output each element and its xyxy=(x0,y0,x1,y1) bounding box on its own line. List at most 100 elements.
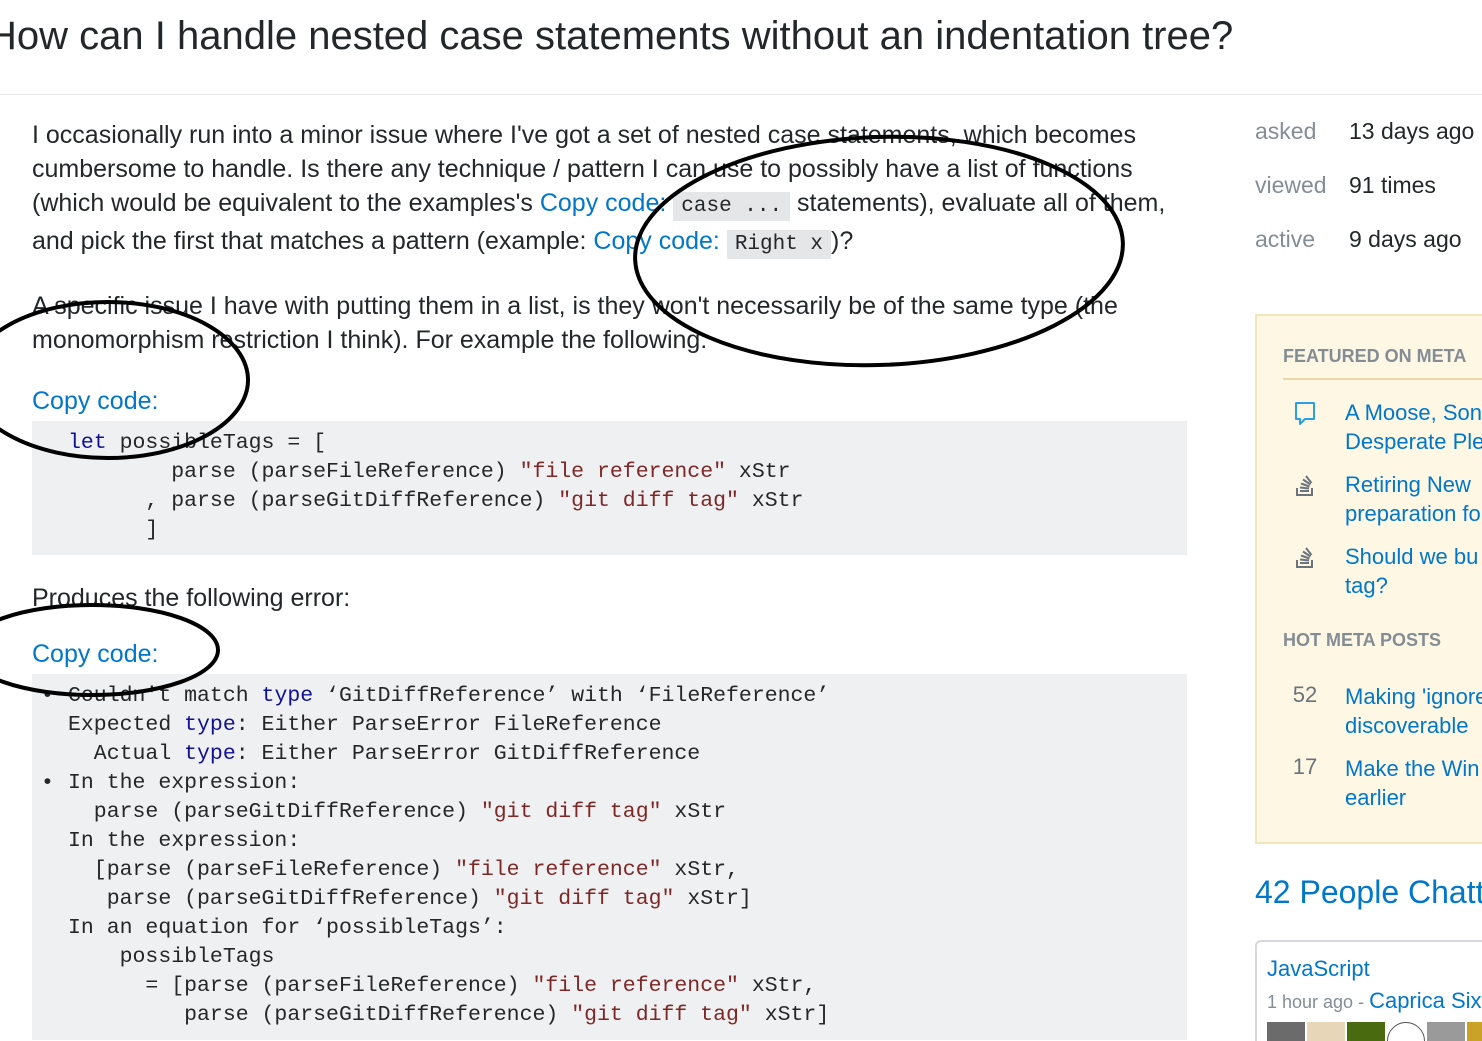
featured-on-meta-heading: FEATURED ON META xyxy=(1283,346,1467,366)
bullet-icon: • xyxy=(41,771,54,795)
code-string: "file reference" xyxy=(532,974,739,998)
copy-code-link[interactable]: Copy code: xyxy=(32,384,1187,418)
code-text: In an equation for ‘possibleTags’: xyxy=(68,916,507,940)
link-line: discoverable xyxy=(1345,713,1469,738)
featured-link[interactable]: A Moose, Son Desperate Ple xyxy=(1345,398,1482,456)
code-text: parse (parseFileReference) xyxy=(68,460,520,484)
vote-count: 52 xyxy=(1292,682,1318,707)
avatar[interactable] xyxy=(1427,1022,1465,1041)
stack-overflow-icon xyxy=(1293,472,1319,498)
question-title[interactable]: How can I handle nested case statements … xyxy=(0,14,1233,59)
code-block-2: • Couldn't match type ‘GitDiffReference’ … xyxy=(32,674,1187,1040)
code-line: In the expression: xyxy=(68,827,1151,856)
chat-room-card: JavaScript 1 hour ago - Caprica Six xyxy=(1255,940,1482,1041)
code-line: parse (parseFileReference) "file referen… xyxy=(68,458,1151,487)
link-line: tag? xyxy=(1345,573,1388,598)
chat-time: 1 hour ago - xyxy=(1267,992,1370,1012)
code-text: xStr] xyxy=(751,1003,830,1027)
code-line: Actual type: Either ParseError GitDiffRe… xyxy=(68,740,1151,769)
meta-sidebar-box: FEATURED ON META A Moose, Son Desperate P… xyxy=(1255,314,1482,844)
code-keyword: type xyxy=(184,742,236,766)
bullet-icon: • xyxy=(41,684,54,708)
chat-user-link[interactable]: Caprica Six xyxy=(1369,988,1481,1013)
code-line: Expected type: Either ParseError FileRef… xyxy=(68,711,1151,740)
code-text: = [parse (parseFileReference) xyxy=(68,974,533,998)
code-text: possibleTags xyxy=(68,945,275,969)
body-paragraph-1: I occasionally run into a minor issue wh… xyxy=(32,118,1187,262)
code-line: ] xyxy=(68,516,1151,545)
code-text: xStr] xyxy=(674,887,752,911)
code-string: "git diff tag" xyxy=(480,800,662,824)
code-text: xStr xyxy=(738,489,804,513)
stat-value: 91 times xyxy=(1349,172,1436,198)
code-string: "git diff tag" xyxy=(558,489,739,513)
inline-code: Right x xyxy=(726,230,832,259)
code-text: xStr, xyxy=(661,858,739,882)
chat-avatars xyxy=(1267,1022,1482,1041)
code-line: In an equation for ‘possibleTags’: xyxy=(68,914,1151,943)
question-body: I occasionally run into a minor issue wh… xyxy=(32,118,1187,1041)
code-block-1: let possibleTags = [ parse (parseFileRef… xyxy=(32,421,1187,555)
hot-meta-posts-heading: HOT META POSTS xyxy=(1283,630,1442,650)
link-line: Desperate Ple xyxy=(1345,429,1482,454)
code-text: parse (parseGitDiffReference) xyxy=(68,887,494,911)
code-text: Couldn't match xyxy=(68,684,262,708)
avatar[interactable] xyxy=(1467,1022,1482,1041)
code-line: let possibleTags = [ xyxy=(68,429,1151,458)
stat-value[interactable]: 13 days ago xyxy=(1349,118,1474,145)
featured-link[interactable]: Retiring New preparation fo xyxy=(1345,470,1482,528)
code-keyword: type xyxy=(261,684,314,708)
stat-value[interactable]: 9 days ago xyxy=(1349,226,1462,253)
code-line: possibleTags xyxy=(68,943,1151,972)
hot-meta-link[interactable]: Making 'ignore discoverable xyxy=(1345,682,1482,740)
code-text: : Either ParseError FileReference xyxy=(235,713,662,737)
link-line: Should we bu xyxy=(1345,544,1479,569)
copy-code-link[interactable]: Copy code: xyxy=(593,227,719,255)
code-line: parse (parseGitDiffReference) "git diff … xyxy=(68,798,1151,827)
chat-room-link[interactable]: JavaScript xyxy=(1267,956,1370,982)
stack-overflow-icon xyxy=(1293,544,1319,570)
code-line: , parse (parseGitDiffReference) "git dif… xyxy=(68,487,1151,516)
code-string: "git diff tag" xyxy=(571,1003,752,1027)
copy-code-link[interactable]: Copy code: xyxy=(540,189,666,217)
code-string: "git diff tag" xyxy=(493,887,675,911)
avatar[interactable] xyxy=(1347,1022,1385,1041)
code-text: In the expression: xyxy=(68,771,301,795)
stat-label: viewed xyxy=(1255,172,1327,198)
code-keyword: type xyxy=(184,713,236,737)
code-text: : Either ParseError GitDiffReference xyxy=(235,742,701,766)
code-line: • Couldn't match type ‘GitDiffReference’ … xyxy=(41,682,1151,711)
code-text: Actual xyxy=(68,742,185,766)
copy-code-link[interactable]: Copy code: xyxy=(32,637,1187,671)
avatar[interactable] xyxy=(1307,1022,1345,1041)
code-text: parse (parseGitDiffReference) xyxy=(68,1003,572,1027)
code-text: xStr, xyxy=(738,974,817,998)
link-line: preparation fo xyxy=(1345,501,1481,526)
code-line: parse (parseGitDiffReference) "git diff … xyxy=(68,1001,1151,1030)
code-text: In the expression: xyxy=(68,829,301,853)
code-line: [parse (parseFileReference) "file refere… xyxy=(68,856,1151,885)
code-text: xStr xyxy=(726,460,791,484)
paragraph-text: )? xyxy=(831,227,854,255)
code-text: ‘GitDiffReference’ with ‘FileReference’ xyxy=(313,684,830,708)
code-text: ] xyxy=(68,518,159,542)
link-line: A Moose, Son xyxy=(1345,400,1482,425)
code-string: "file reference" xyxy=(455,858,662,882)
code-line: parse (parseGitDiffReference) "git diff … xyxy=(68,885,1151,914)
avatar[interactable] xyxy=(1387,1022,1425,1041)
code-text: possibleTags = [ xyxy=(106,431,327,455)
code-string: "file reference" xyxy=(519,460,727,484)
link-line: Making 'ignore xyxy=(1345,684,1482,709)
code-text: xStr xyxy=(661,800,727,824)
stat-label: active xyxy=(1255,226,1316,252)
avatar[interactable] xyxy=(1267,1022,1305,1041)
code-keyword: let xyxy=(68,431,107,455)
code-line: = [parse (parseFileReference) "file refe… xyxy=(68,972,1151,1001)
link-line: Make the Win xyxy=(1345,756,1480,781)
hot-meta-link[interactable]: Make the Win earlier xyxy=(1345,754,1482,812)
inline-code: case ... xyxy=(673,192,791,221)
chat-heading[interactable]: 42 People Chatt xyxy=(1255,874,1482,911)
featured-link[interactable]: Should we bu tag? xyxy=(1345,542,1482,600)
vote-count: 17 xyxy=(1292,754,1318,779)
divider xyxy=(1283,378,1482,380)
